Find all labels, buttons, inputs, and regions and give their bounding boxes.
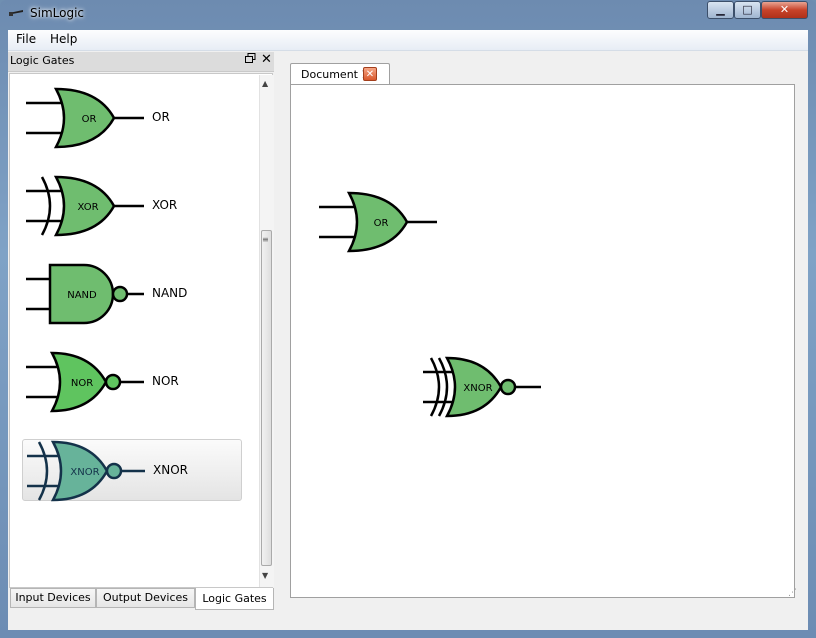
gate-symbol: OR <box>82 114 97 125</box>
or-gate-icon: OR <box>26 87 144 149</box>
panel-tabs: Input Devices Output Devices Logic Gates <box>8 588 274 610</box>
close-panel-icon[interactable]: ✕ <box>261 52 275 67</box>
nand-gate-icon: NAND <box>26 263 144 325</box>
gate-symbol: NOR <box>71 378 93 389</box>
gate-label: NAND <box>152 286 188 300</box>
tab-input-devices[interactable]: Input Devices <box>10 588 96 608</box>
gate-symbol: XNOR <box>463 383 492 394</box>
title-bar[interactable]: SimLogic ▁ □ ✕ <box>0 0 816 28</box>
vertical-scrollbar[interactable]: ▲ ≡ ▼ <box>259 75 274 587</box>
tab-output-devices[interactable]: Output Devices <box>96 588 195 608</box>
gate-item-or[interactable]: OR OR <box>22 87 242 149</box>
client-area: File Help Logic Gates ✕ OR OR XOR XOR NA… <box>8 30 808 630</box>
document-area: Document 1 ✕ OR XNOR <box>290 63 796 599</box>
tab-logic-gates[interactable]: Logic Gates <box>195 588 274 610</box>
panel-header: Logic Gates ✕ <box>8 52 274 72</box>
float-panel-icon[interactable] <box>245 53 259 67</box>
menu-help[interactable]: Help <box>50 32 77 46</box>
close-icon: ✕ <box>779 3 790 16</box>
gate-label: OR <box>152 110 170 124</box>
gate-item-xnor[interactable]: XNOR XNOR <box>22 439 242 502</box>
scroll-thumb[interactable] <box>261 230 272 566</box>
gate-list: OR OR XOR XOR NAND NAND NOR NOR XNOR XNO… <box>9 73 274 588</box>
xor-gate-icon: XOR <box>26 175 144 237</box>
gate-symbol: OR <box>374 218 389 229</box>
xnor-gate-icon: XNOR <box>27 440 145 502</box>
gate-label: XOR <box>152 198 178 212</box>
gate-symbol: NAND <box>67 290 97 301</box>
menu-file[interactable]: File <box>16 32 36 46</box>
gate-label: NOR <box>152 374 179 388</box>
minimize-button[interactable]: ▁ <box>707 1 734 19</box>
gate-item-nor[interactable]: NOR NOR <box>22 351 242 413</box>
window-title: SimLogic <box>30 6 85 20</box>
maximize-icon: □ <box>742 3 753 16</box>
app-icon <box>9 10 23 16</box>
menu-bar: File Help <box>8 30 808 51</box>
scroll-up-icon[interactable]: ▲ <box>262 79 268 88</box>
close-tab-icon[interactable]: ✕ <box>363 67 377 81</box>
gate-item-nand[interactable]: NAND NAND <box>22 263 242 325</box>
document-tab-label: Document 1 <box>301 68 369 81</box>
scroll-down-icon[interactable]: ▼ <box>262 571 268 580</box>
resize-grip-icon[interactable]: ⋰ <box>788 588 798 598</box>
canvas-xnor-gate[interactable]: XNOR <box>421 356 545 418</box>
gate-item-xor[interactable]: XOR XOR <box>22 175 242 237</box>
maximize-button[interactable]: □ <box>734 1 761 19</box>
app-window: SimLogic ▁ □ ✕ File Help Logic Gates ✕ O… <box>0 0 816 638</box>
scroll-grip-icon: ≡ <box>262 235 269 244</box>
minimize-icon: ▁ <box>716 3 725 16</box>
tab-document[interactable]: Document 1 ✕ <box>290 63 390 85</box>
nor-gate-icon: NOR <box>26 351 144 413</box>
gate-label: XNOR <box>153 463 188 477</box>
gate-symbol: XOR <box>77 202 98 213</box>
canvas-or-gate[interactable]: OR <box>317 191 441 253</box>
circuit-canvas[interactable]: OR XNOR <box>290 84 795 598</box>
gate-symbol: XNOR <box>70 467 99 478</box>
close-button[interactable]: ✕ <box>761 1 808 19</box>
panel-title: Logic Gates <box>10 54 75 67</box>
